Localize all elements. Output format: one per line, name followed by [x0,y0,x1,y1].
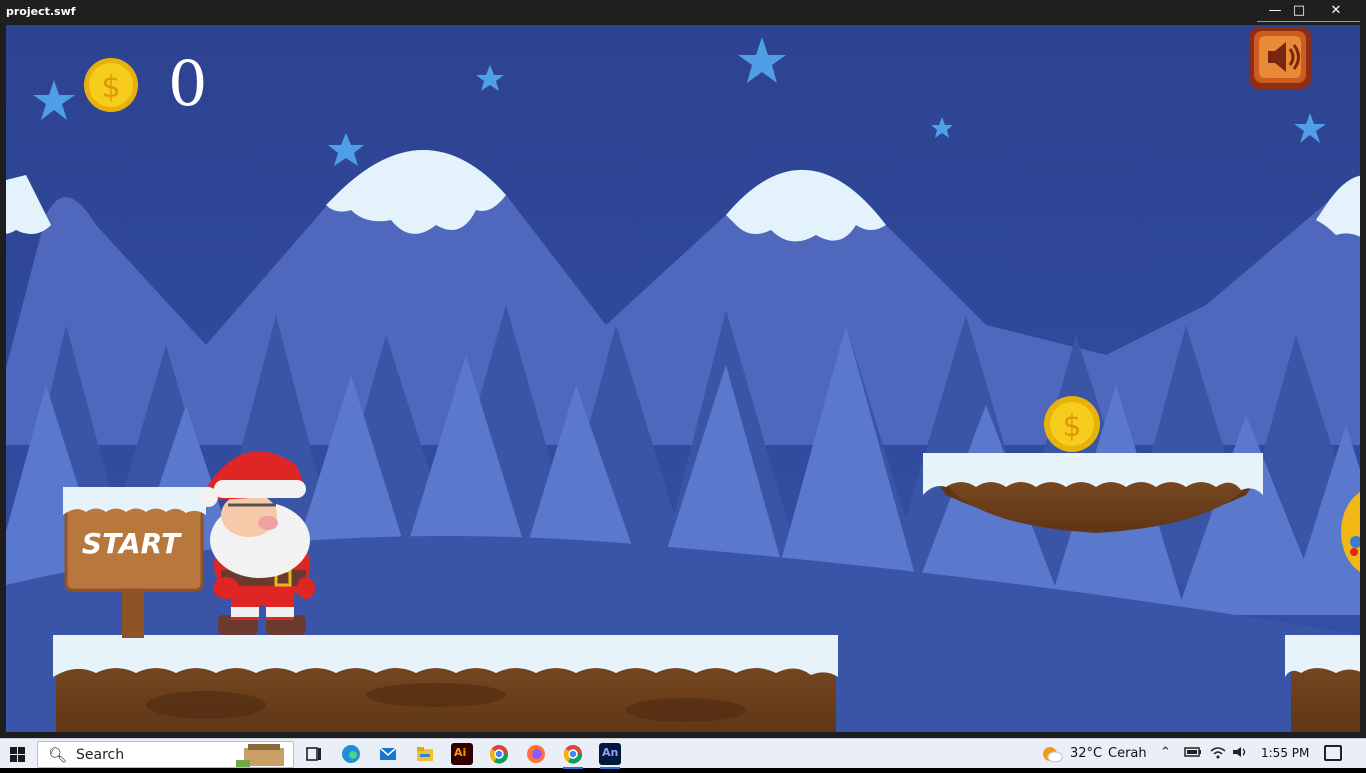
file-explorer-icon[interactable] [414,743,436,765]
title-bar[interactable]: project.swf — □ ✕ [0,0,1366,24]
svg-text:$: $ [1062,409,1081,444]
search-highlight-icon [236,744,284,767]
animate-icon[interactable]: An [599,743,621,769]
mail-icon[interactable] [377,743,399,765]
window-title: project.swf [6,5,76,18]
ground-platform-main [53,635,838,732]
coin-icon: $ [1044,396,1100,452]
chrome-alt-icon[interactable] [562,743,584,769]
weather-condition: Cerah [1108,746,1147,761]
wifi-icon[interactable] [1209,745,1227,763]
windows-icon [10,747,25,762]
volume-icon[interactable] [1231,745,1249,763]
start-sign-label: START [82,527,182,560]
svg-text:$: $ [101,70,120,105]
illustrator-icon[interactable]: Ai [451,743,473,765]
sound-button[interactable] [1249,27,1311,89]
ground-platform-right [1285,635,1360,732]
animate-label: An [602,746,619,759]
search-icon: 🔍︎ [48,746,68,764]
task-view-icon[interactable] [303,743,325,765]
chevron-up-icon[interactable]: ⌃ [1160,745,1171,760]
search-placeholder: Search [76,747,125,763]
firefox-icon[interactable] [525,743,547,765]
game-scene: $ $ START [6,25,1360,732]
windows-taskbar: 🔍︎ Search Ai An 32°C Cerah ⌃ 1:55 PM [0,738,1366,769]
battery-icon[interactable] [1184,745,1202,763]
system-clock[interactable]: 1:55 PM [1261,746,1309,760]
game-stage[interactable]: $ $ START 0 [6,25,1360,732]
notification-center-icon[interactable] [1324,745,1342,761]
edge-icon[interactable] [340,743,362,765]
illustrator-label: Ai [454,746,467,759]
flash-player-window: project.swf — □ ✕ $ $ START 0 [0,0,1366,738]
coin-counter: 0 [168,47,208,120]
coin-icon: $ [84,58,138,112]
weather-sun-icon [1043,747,1063,763]
chrome-icon[interactable] [488,743,510,765]
close-button[interactable]: ✕ [1312,0,1360,22]
start-button[interactable] [0,739,36,769]
weather-temperature: 32°C [1070,746,1103,761]
weather-widget[interactable]: 32°C Cerah [1040,743,1150,765]
taskbar-search-box[interactable]: 🔍︎ Search [37,741,294,768]
